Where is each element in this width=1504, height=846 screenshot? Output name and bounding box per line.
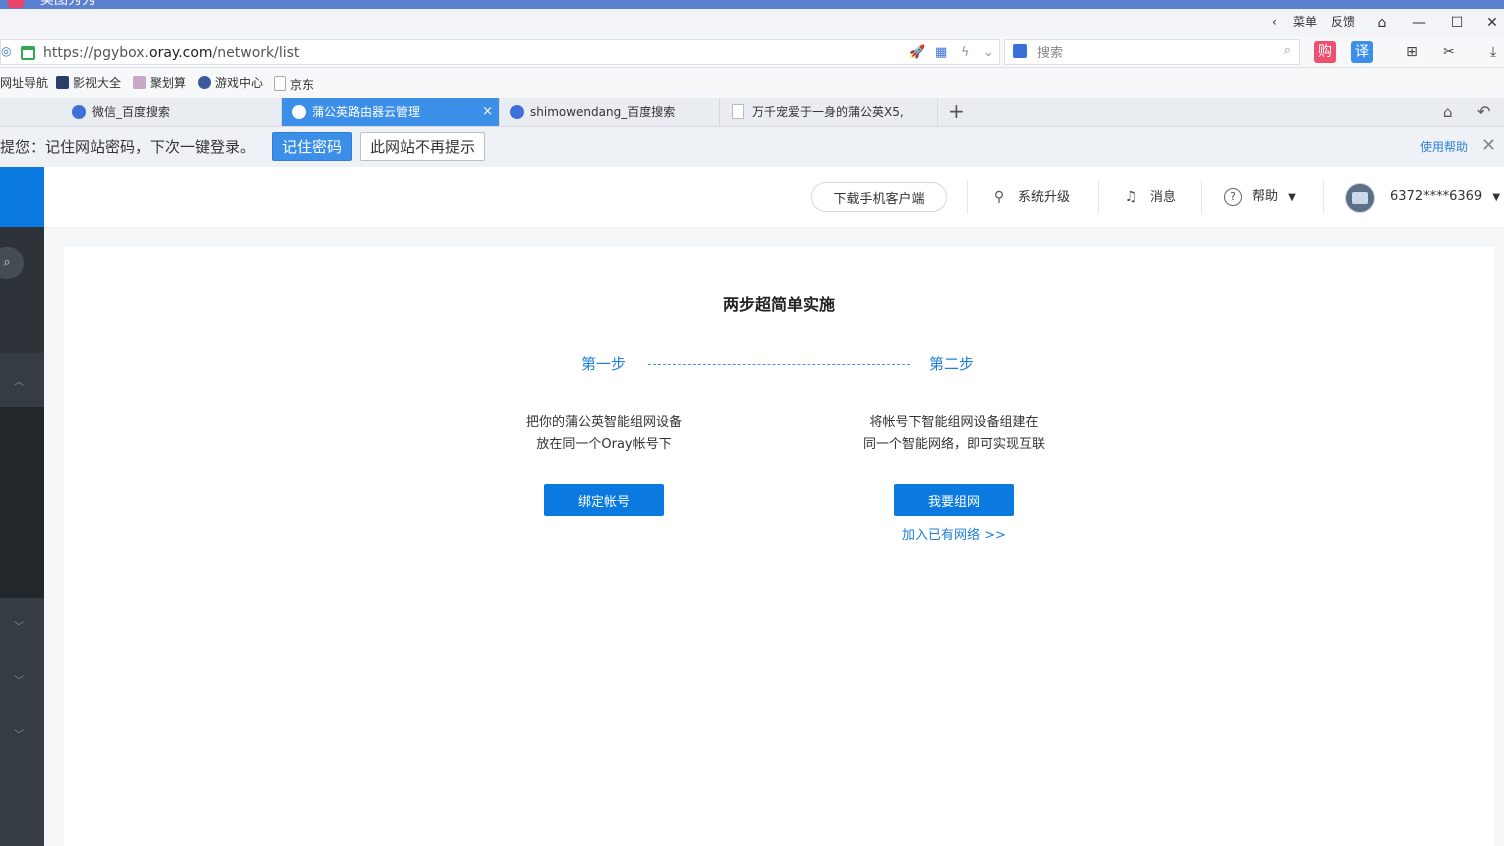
never-remind-button[interactable]: 此网站不再提示 [360, 132, 485, 161]
lightning-icon[interactable]: ϟ [961, 45, 970, 60]
chevron-down-icon[interactable]: ﹀ [14, 726, 24, 741]
app-title: 美图秀秀 [40, 0, 96, 8]
download-app-button[interactable]: 下载手机客户端 [811, 182, 947, 212]
film-icon [56, 76, 69, 89]
chevron-left-icon[interactable]: ‹ [1272, 14, 1277, 30]
chevron-down-icon[interactable]: ﹀ [14, 672, 24, 687]
new-tab-button[interactable]: + [948, 100, 965, 122]
close-tab-icon[interactable]: × [482, 98, 493, 126]
caret-down-icon: ▼ [1492, 192, 1501, 203]
divider [967, 180, 968, 214]
bookmarks-bar: 网址导航 影视大全 聚划算 游戏中心 京东 [0, 68, 1504, 98]
remember-password-button[interactable]: 记住密码 [272, 132, 352, 161]
help-button[interactable]: ? 帮助 ▼ [1224, 188, 1296, 207]
scissors-icon[interactable]: ✂ [1438, 41, 1460, 63]
skin-icon[interactable]: ⌂ [1372, 13, 1392, 33]
chevron-down-icon[interactable]: ⌄ [983, 45, 994, 60]
help-link[interactable]: 使用帮助 [1420, 140, 1468, 154]
step2-label: 第二步 [929, 355, 975, 373]
sidebar-groups: ﹀ ﹀ ﹀ [0, 598, 44, 846]
lock-icon [21, 46, 35, 60]
undo-icon[interactable]: ↶ [1477, 102, 1490, 121]
window-top-strip: 美图秀秀 [0, 0, 1504, 9]
paw-icon [1013, 44, 1027, 58]
tab-pgy-x5[interactable]: 万千宠爱于一身的蒲公英X5, [720, 98, 938, 126]
chevron-up-icon: ︿ [14, 377, 24, 388]
pgy-icon [292, 105, 306, 119]
divider [1201, 180, 1202, 214]
sidebar-group-expanded[interactable]: ︿ [0, 353, 44, 407]
bookmark-item[interactable]: 影视大全 [56, 76, 121, 90]
paw-icon [510, 105, 524, 119]
save-password-bar: 提您：记住网站密码，下次一键登录。 记住密码 此网站不再提示 使用帮助 ✕ [0, 127, 1504, 168]
onboarding-card: 两步超简单实施 第一步 第二步 把你的蒲公英智能组网设备 放在同一个Oray帐号… [64, 247, 1494, 846]
bell-icon: ♫ [1124, 189, 1138, 205]
messages-button[interactable]: ♫ 消息 [1122, 188, 1176, 207]
url-text[interactable]: https://pgybox.oray.com/network/list [43, 44, 299, 62]
clean-icon[interactable]: ⌂ [1443, 103, 1453, 121]
question-icon: ? [1224, 188, 1242, 206]
download-icon[interactable]: ⤓ [1482, 41, 1504, 63]
step-connector [648, 364, 910, 365]
qrcode-icon[interactable]: ▦ [935, 45, 947, 60]
page-title: 两步超简单实施 [722, 295, 835, 314]
rocket-icon[interactable]: 🚀 [909, 45, 925, 60]
app-logo[interactable] [0, 167, 44, 227]
page-icon [274, 76, 286, 91]
sidebar-submenu [0, 407, 44, 598]
minimize-icon[interactable]: — [1409, 13, 1429, 33]
bookmark-item[interactable]: 京东 [274, 76, 314, 92]
divider [1098, 180, 1099, 214]
search-box[interactable]: ⌕ [1004, 39, 1300, 65]
paw-icon [72, 105, 86, 119]
caret-down-icon: ▼ [1288, 192, 1296, 203]
browser-title-bar: ‹ 菜单 反馈 ⌂ — ☐ ✕ [0, 9, 1504, 37]
system-upgrade-button[interactable]: ⚲ 系统升级 [990, 188, 1070, 207]
step1-description: 把你的蒲公英智能组网设备 放在同一个Oray帐号下 [525, 415, 682, 452]
step2-description: 将帐号下智能组网设备组建在 同一个智能网络，即可实现互联 [862, 415, 1045, 452]
divider [1323, 180, 1324, 214]
translate-icon[interactable]: 译 [1351, 41, 1373, 63]
avatar[interactable] [1345, 183, 1375, 213]
page-icon [732, 104, 744, 119]
app-header: 下载手机客户端 ⚲ 系统升级 ♫ 消息 ? 帮助 ▼ 6372****6369 ▼ [44, 167, 1504, 228]
chevron-down-icon[interactable]: ﹀ [14, 618, 24, 633]
app-logo-icon [8, 0, 24, 8]
tab-weixin-search[interactable]: 微信_百度搜索 [62, 98, 282, 126]
close-window-icon[interactable]: ✕ [1482, 13, 1502, 33]
bookmark-item[interactable]: 游戏中心 [198, 76, 263, 90]
feedback-button[interactable]: 反馈 [1331, 14, 1355, 30]
address-bar: ◎ https://pgybox.oray.com/network/list 🚀… [0, 37, 1504, 68]
tab-bar: 微信_百度搜索 蒲公英路由器云管理 × shimowendang_百度搜索 万千… [0, 98, 1504, 127]
game-icon [198, 76, 211, 89]
join-network-link[interactable]: 加入已有网络 >> [902, 528, 1006, 544]
bookmark-item[interactable]: 聚划算 [133, 76, 186, 90]
apps-icon[interactable]: ⊞ [1401, 41, 1423, 63]
close-icon[interactable]: ✕ [1481, 136, 1496, 156]
juhuasuan-icon [133, 76, 146, 89]
site-info-icon[interactable]: ◎ [1, 44, 11, 58]
url-field[interactable]: ◎ https://pgybox.oray.com/network/list 🚀… [0, 39, 1000, 65]
password-prompt: 提您：记住网站密码，下次一键登录。 [0, 138, 256, 156]
search-icon[interactable]: ⌕ [1284, 43, 1291, 58]
rocket-icon: ⚲ [993, 189, 1005, 205]
account-menu[interactable]: 6372****6369 ▼ [1390, 188, 1500, 207]
shop-icon[interactable]: 购 [1314, 41, 1336, 63]
step1-label: 第一步 [581, 355, 627, 373]
bookmark-item[interactable]: 网址导航 [0, 76, 48, 90]
menu-button[interactable]: 菜单 [1293, 14, 1317, 30]
bind-account-button[interactable]: 绑定帐号 [544, 484, 664, 516]
create-network-button[interactable]: 我要组网 [894, 484, 1014, 516]
search-input[interactable] [1035, 43, 1269, 63]
tab-shimowendang-search[interactable]: shimowendang_百度搜索 [500, 98, 720, 126]
maximize-icon[interactable]: ☐ [1447, 13, 1467, 33]
search-icon[interactable]: ⌕ [0, 247, 24, 279]
tab-pgy-router[interactable]: 蒲公英路由器云管理 × [282, 98, 500, 126]
app-sidebar: ⌕ ︿ ﹀ ﹀ ﹀ [0, 167, 44, 846]
